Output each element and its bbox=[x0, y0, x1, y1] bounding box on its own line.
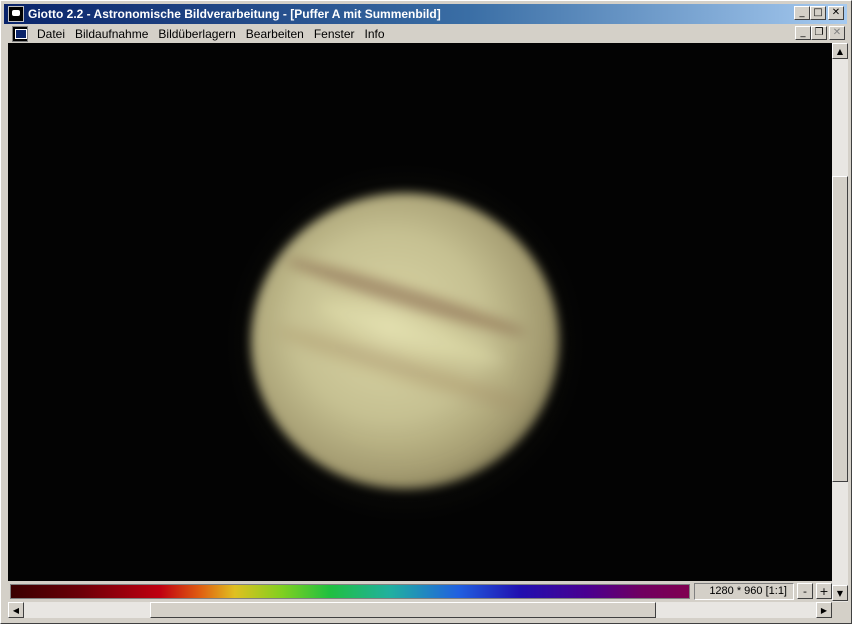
menu-bildaufnahme[interactable]: Bildaufnahme bbox=[70, 27, 153, 41]
window-title: Giotto 2.2 - Astronomische Bildverarbeit… bbox=[28, 7, 441, 21]
size-grip[interactable] bbox=[832, 602, 848, 618]
menu-bearbeiten[interactable]: Bearbeiten bbox=[241, 27, 309, 41]
menu-fenster[interactable]: Fenster bbox=[309, 27, 360, 41]
menu-datei[interactable]: Datei bbox=[32, 27, 70, 41]
menu-bar: Datei Bildaufnahme Bildüberlagern Bearbe… bbox=[4, 24, 847, 43]
color-spectrum-bar bbox=[10, 583, 690, 599]
vertical-scroll-thumb[interactable] bbox=[832, 176, 848, 482]
vertical-scrollbar[interactable]: ▲ ▼ bbox=[832, 43, 848, 603]
scroll-down-button[interactable]: ▼ bbox=[832, 585, 848, 601]
document-icon[interactable] bbox=[12, 25, 28, 42]
title-bar[interactable]: Giotto 2.2 - Astronomische Bildverarbeit… bbox=[4, 4, 847, 24]
image-canvas[interactable] bbox=[8, 43, 832, 581]
resolution-label: 1280 * 960 [1:1] bbox=[694, 582, 794, 600]
scroll-left-button[interactable]: ◀ bbox=[8, 602, 24, 618]
giotto-window: Giotto 2.2 - Astronomische Bildverarbeit… bbox=[0, 0, 852, 624]
horizontal-scrollbar[interactable]: ◀ ▶ bbox=[8, 602, 832, 618]
status-bar: 1280 * 960 [1:1] - + bbox=[8, 581, 832, 601]
menu-info[interactable]: Info bbox=[360, 27, 390, 41]
mdi-close-button[interactable]: ✕ bbox=[829, 26, 845, 40]
caption-buttons: _ □ ✕ bbox=[794, 6, 844, 20]
close-button[interactable]: ✕ bbox=[828, 6, 844, 20]
scroll-right-button[interactable]: ▶ bbox=[816, 602, 832, 618]
menu-bilduberlagern[interactable]: Bildüberlagern bbox=[153, 27, 240, 41]
maximize-button[interactable]: □ bbox=[810, 6, 826, 20]
mdi-buttons: _ ❐ ✕ bbox=[795, 26, 845, 40]
jupiter-image bbox=[251, 193, 559, 489]
minimize-button[interactable]: _ bbox=[794, 6, 810, 20]
horizontal-scroll-thumb[interactable] bbox=[150, 602, 656, 618]
giotto-app-icon[interactable] bbox=[8, 6, 24, 22]
mdi-minimize-button[interactable]: _ bbox=[795, 26, 811, 40]
zoom-in-button[interactable]: + bbox=[816, 583, 832, 599]
scroll-up-button[interactable]: ▲ bbox=[832, 43, 848, 59]
mdi-restore-button[interactable]: ❐ bbox=[811, 26, 827, 40]
zoom-out-button[interactable]: - bbox=[797, 583, 813, 599]
